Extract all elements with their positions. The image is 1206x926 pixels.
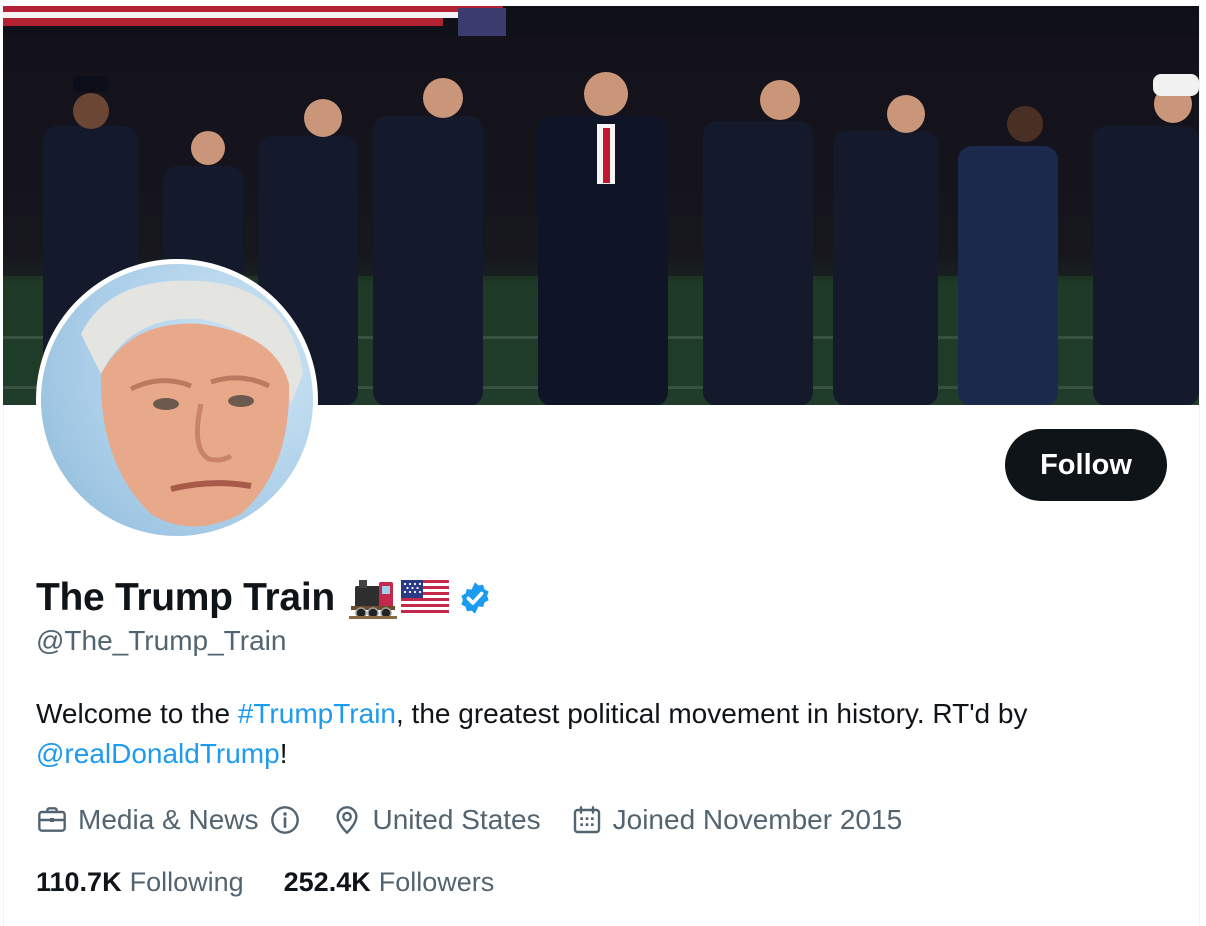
bio-text: , the greatest political movement in his… (395, 698, 1028, 729)
profile-name-row: The Trump Train (36, 573, 493, 623)
followers-label: Followers (378, 866, 495, 897)
us-flag-emoji-icon (400, 580, 449, 616)
train-emoji-icon (348, 580, 397, 619)
calendar-icon (573, 806, 600, 834)
followers-count: 252.4K (283, 866, 371, 897)
mention-link[interactable]: @realDonaldTrump (36, 738, 280, 769)
following-count: 110.7K (36, 866, 122, 897)
bio-text: Welcome to the (36, 698, 238, 729)
profile-stats: 110.7K Following 252.4K Followers (36, 864, 534, 900)
location-item: United States (331, 804, 541, 836)
location-label: United States (372, 804, 541, 835)
hashtag-link[interactable]: #TrumpTrain (238, 698, 396, 729)
joined-item: Joined November 2015 (571, 804, 903, 836)
category-label: Media & News (78, 804, 259, 835)
followers-link[interactable]: 252.4K Followers (284, 867, 495, 898)
profile-bio: Welcome to the #TrumpTrain, the greatest… (36, 694, 1156, 774)
category-item: Media & News (36, 804, 301, 836)
briefcase-icon (38, 807, 66, 832)
following-link[interactable]: 110.7K Following (36, 867, 244, 898)
profile-handle: @The_Trump_Train (36, 625, 287, 656)
name-emoji-group (348, 576, 449, 620)
profile-meta-row: Media & News United States Joined Novemb… (36, 800, 932, 840)
follow-button[interactable]: Follow (1005, 429, 1167, 501)
joined-label: Joined November 2015 (612, 804, 903, 835)
display-name: The Trump Train (36, 576, 335, 619)
verified-badge-icon[interactable] (457, 580, 493, 616)
info-icon[interactable] (269, 804, 301, 836)
following-label: Following (129, 866, 244, 897)
bio-text: ! (279, 738, 288, 769)
location-pin-icon (335, 806, 358, 835)
profile-avatar[interactable] (36, 259, 318, 541)
